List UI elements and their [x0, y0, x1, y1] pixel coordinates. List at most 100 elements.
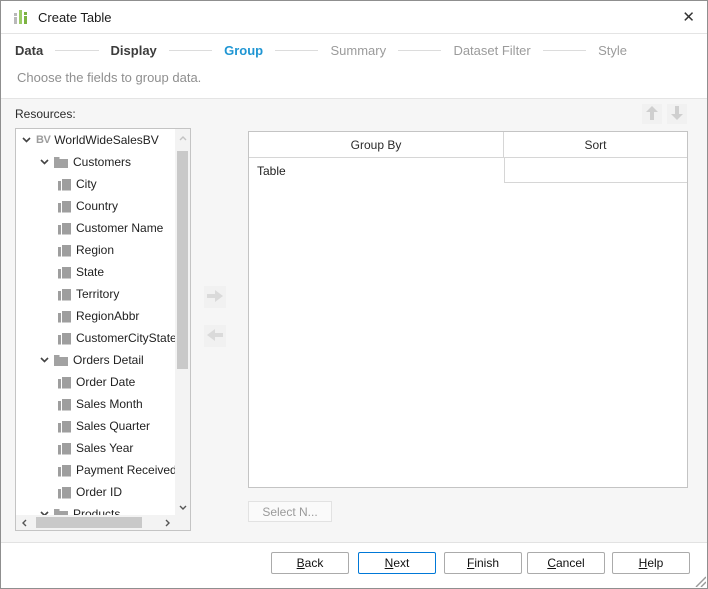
move-left-button[interactable] [204, 325, 226, 347]
table-row[interactable]: Table [249, 158, 687, 183]
field-icon [58, 420, 71, 433]
field-icon [58, 222, 71, 235]
tree-item-sales-year[interactable]: Sales Year [16, 437, 175, 459]
step-summary[interactable]: Summary [330, 43, 386, 58]
vertical-scroll-thumb[interactable] [177, 151, 188, 369]
window-title: Create Table [38, 10, 111, 25]
tree-horizontal-scrollbar[interactable] [16, 515, 175, 530]
field-icon [58, 178, 71, 191]
create-table-dialog: Create Table ✕ DataDisplayGroupSummaryDa… [0, 0, 708, 589]
wizard-steps: Data Display Group Summary Dataset Filter Sty… [1, 39, 707, 61]
tree-vertical-scrollbar[interactable] [175, 129, 190, 515]
step-separator [55, 50, 98, 51]
tree-item-label: Country [76, 199, 118, 213]
tree-item-label: Orders Detail [73, 353, 144, 367]
tree-item-products[interactable]: Products [16, 503, 175, 515]
group-table-header: Group By Sort [249, 132, 687, 158]
step-dataset-filter[interactable]: Dataset Filter [453, 43, 530, 58]
tree-item-label: City [76, 177, 97, 191]
tree-item-payment-received[interactable]: Payment Received [16, 459, 175, 481]
resize-grip[interactable] [693, 574, 706, 587]
horizontal-scroll-thumb[interactable] [36, 517, 142, 528]
sort-cell[interactable] [504, 158, 687, 183]
tree-item-label: Order ID [76, 485, 122, 499]
move-right-button[interactable] [204, 286, 226, 308]
tree-item-customercitystatez[interactable]: CustomerCityStateZ [16, 327, 175, 349]
field-icon [58, 398, 71, 411]
step-separator [398, 50, 441, 51]
next-button[interactable]: Next [358, 552, 436, 574]
tree-item-state[interactable]: State [16, 261, 175, 283]
cancel-button[interactable]: Cancel [527, 552, 605, 574]
tree-item-country[interactable]: Country [16, 195, 175, 217]
tree-item-label: CustomerCityStateZ [76, 331, 175, 345]
tree-item-territory[interactable]: Territory [16, 283, 175, 305]
tree-item-sales-month[interactable]: Sales Month [16, 393, 175, 415]
finish-button[interactable]: Finish [444, 552, 522, 574]
title-bar: Create Table ✕ [1, 1, 707, 33]
step-separator [543, 50, 586, 51]
tree-item-label: WorldWideSalesBV [54, 133, 158, 147]
scroll-up-icon[interactable] [175, 131, 190, 145]
group-by-cell[interactable]: Table [249, 158, 504, 183]
folder-icon [54, 157, 68, 168]
title-divider [1, 33, 707, 34]
field-icon [58, 310, 71, 323]
chevron-down-icon[interactable] [40, 357, 51, 363]
field-icon [58, 376, 71, 389]
tree-item-label: Order Date [76, 375, 135, 389]
field-icon [58, 442, 71, 455]
tree-item-label: Sales Quarter [76, 419, 150, 433]
tree-item-customers[interactable]: Customers [16, 151, 175, 173]
step-group[interactable]: Group [224, 43, 263, 58]
tree-item-regionabbr[interactable]: RegionAbbr [16, 305, 175, 327]
tree-item-label: Sales Month [76, 397, 143, 411]
step-separator [275, 50, 318, 51]
field-icon [58, 266, 71, 279]
group-table: Group By Sort Table [248, 131, 688, 488]
scroll-right-icon[interactable] [160, 515, 174, 530]
tree-item-worldwidesalesbv[interactable]: BVWorldWideSalesBV [16, 129, 175, 151]
tree-item-label: Products [73, 507, 120, 515]
column-header-sort: Sort [504, 132, 687, 157]
tree-item-label: Sales Year [76, 441, 133, 455]
tree-item-region[interactable]: Region [16, 239, 175, 261]
step-display[interactable]: Display [111, 43, 157, 58]
tree-item-label: RegionAbbr [76, 309, 139, 323]
wizard-subtitle: Choose the fields to group data. [17, 70, 201, 85]
tree-item-order-id[interactable]: Order ID [16, 481, 175, 503]
chevron-down-icon[interactable] [22, 137, 33, 143]
help-button[interactable]: Help [612, 552, 690, 574]
tree-item-label: Payment Received [76, 463, 175, 477]
field-icon [58, 464, 71, 477]
close-icon[interactable]: ✕ [682, 10, 695, 25]
chevron-down-icon[interactable] [40, 159, 51, 165]
select-n-button[interactable]: Select N... [248, 501, 332, 522]
move-down-button[interactable] [667, 104, 687, 124]
tree-item-customer-name[interactable]: Customer Name [16, 217, 175, 239]
move-up-button[interactable] [642, 104, 662, 124]
resources-label: Resources: [15, 107, 76, 121]
create-table-icon [13, 9, 29, 25]
column-header-group-by: Group By [249, 132, 504, 157]
arrow-up-icon [646, 106, 658, 123]
tree-item-label: Region [76, 243, 114, 257]
scroll-left-icon[interactable] [17, 515, 31, 530]
tree-item-city[interactable]: City [16, 173, 175, 195]
step-style[interactable]: Style [598, 43, 627, 58]
back-button[interactable]: Back [271, 552, 349, 574]
tree-item-label: Customer Name [76, 221, 163, 235]
tree-item-order-date[interactable]: Order Date [16, 371, 175, 393]
step-data[interactable]: Data [15, 43, 43, 58]
arrow-left-icon [207, 329, 223, 344]
arrow-down-icon [671, 106, 683, 123]
scrollbar-corner [175, 515, 190, 530]
tree-item-label: State [76, 265, 104, 279]
tree-item-sales-quarter[interactable]: Sales Quarter [16, 415, 175, 437]
tree-item-label: Territory [76, 287, 119, 301]
scroll-down-icon[interactable] [175, 500, 190, 514]
tree-item-label: Customers [73, 155, 131, 169]
field-icon [58, 244, 71, 257]
field-icon [58, 288, 71, 301]
tree-item-orders-detail[interactable]: Orders Detail [16, 349, 175, 371]
